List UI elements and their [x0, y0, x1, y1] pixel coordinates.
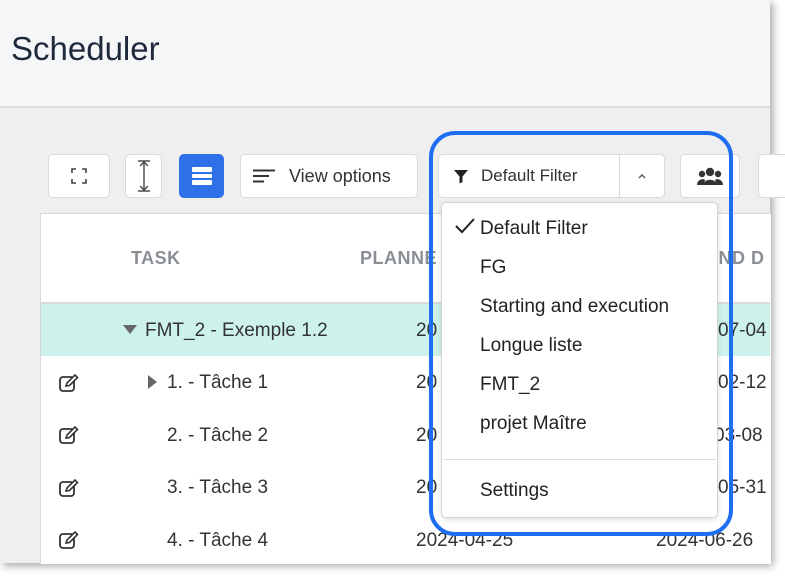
- filter-option-longue-liste[interactable]: Longue liste: [480, 335, 582, 357]
- filter-option-fmt2[interactable]: FMT_2: [480, 374, 540, 396]
- fullscreen-icon: [71, 168, 87, 184]
- filter-option-projet-maitre[interactable]: projet Maître: [480, 413, 587, 435]
- end-date: 2024-06-26: [656, 530, 754, 551]
- checkmark-icon: [455, 218, 475, 234]
- planned-date: 20: [416, 477, 438, 498]
- filter-option-starting-execution[interactable]: Starting and execution: [480, 296, 669, 318]
- task-name: 4. - Tâche 4: [167, 530, 269, 551]
- filter-option-default[interactable]: Default Filter: [480, 218, 588, 240]
- page-header: Scheduler: [0, 0, 770, 108]
- filter-settings-item[interactable]: Settings: [480, 480, 549, 502]
- menu-divider: [443, 459, 716, 460]
- planned-date: 2024-04-25: [416, 530, 514, 551]
- chevron-up-icon: [638, 174, 646, 179]
- task-name: 1. - Tâche 1: [167, 372, 269, 393]
- filter-icon: [454, 170, 468, 184]
- caret-right-icon[interactable]: [148, 375, 157, 389]
- filter-select-button[interactable]: Default Filter: [438, 154, 620, 198]
- page-title: Scheduler: [11, 30, 160, 67]
- users-icon: [697, 167, 723, 185]
- end-date: 03-08: [714, 425, 763, 446]
- lines-icon: [253, 169, 275, 183]
- filter-option-fg[interactable]: FG: [480, 257, 506, 279]
- resources-button[interactable]: [680, 154, 740, 198]
- end-date: 05-31: [718, 477, 767, 498]
- view-options-label: View options: [289, 165, 391, 186]
- planned-date: 20: [416, 320, 438, 341]
- column-header-planned[interactable]: PLANNE: [360, 248, 437, 269]
- fullscreen-button[interactable]: [48, 154, 110, 198]
- filter-dropdown-menu: Default Filter FG Starting and execution…: [441, 202, 718, 518]
- edit-icon[interactable]: [58, 477, 80, 499]
- end-date: 02-12: [718, 372, 767, 393]
- filter-toggle-button[interactable]: [619, 154, 665, 198]
- end-date: 07-04: [718, 320, 767, 341]
- edit-icon[interactable]: [58, 372, 80, 394]
- list-view-button[interactable]: [179, 154, 224, 198]
- planned-date: 20: [416, 372, 438, 393]
- row-height-button[interactable]: [125, 154, 162, 198]
- planned-date: 20: [416, 425, 438, 446]
- caret-down-icon[interactable]: [123, 325, 137, 334]
- task-name: 2. - Tâche 2: [167, 425, 269, 446]
- edit-icon[interactable]: [58, 424, 80, 446]
- row-height-icon: [137, 160, 150, 192]
- task-name: FMT_2 - Exemple 1.2: [145, 320, 328, 341]
- task-name: 3. - Tâche 3: [167, 477, 269, 498]
- filter-select-label: Default Filter: [481, 166, 578, 185]
- list-view-icon: [191, 167, 212, 185]
- view-options-button[interactable]: View options: [240, 154, 418, 198]
- toolbar-overflow-button[interactable]: [758, 154, 785, 198]
- column-header-task[interactable]: TASK: [131, 248, 181, 269]
- edit-icon[interactable]: [58, 529, 80, 551]
